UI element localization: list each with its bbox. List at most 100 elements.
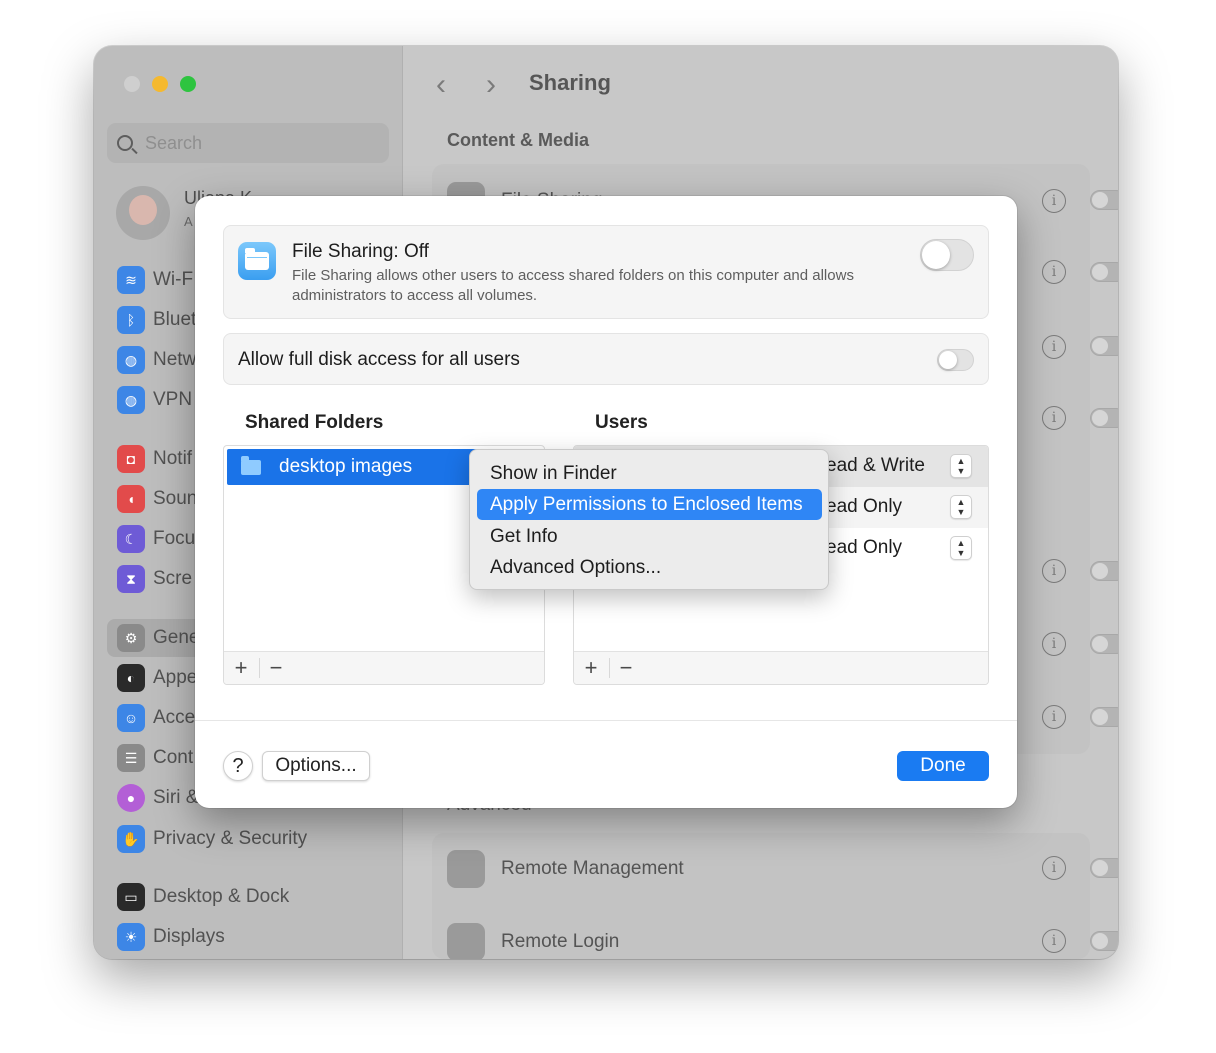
bg-toggle[interactable] [1090, 634, 1118, 654]
info-icon[interactable]: i [1042, 260, 1066, 284]
info-icon[interactable]: i [1042, 929, 1066, 953]
sidebar-item-vpn[interactable]: ◍ VPN [117, 385, 192, 415]
bg-toggle[interactable] [1090, 561, 1118, 581]
sidebar-item-notifications[interactable]: ◘ Notif [117, 444, 192, 474]
section-content-media: Content & Media [447, 130, 589, 150]
sidebar-item-label: Scre [153, 568, 193, 589]
hand-icon: ✋ [117, 825, 145, 853]
help-button[interactable]: ? [223, 751, 253, 781]
permission-stepper[interactable]: ▲ ▼ [950, 454, 972, 478]
options-button[interactable]: Options... [262, 751, 370, 781]
info-icon[interactable]: i [1042, 632, 1066, 656]
remote-management-label: Remote Management [501, 858, 684, 879]
sidebar-item-label: Netw [153, 349, 197, 370]
context-menu: Show in Finder Apply Permissions to Encl… [469, 449, 829, 590]
sidebar-item-appearance[interactable]: ◐ Appe [117, 663, 197, 693]
info-icon[interactable]: i [1042, 406, 1066, 430]
menu-item-apply-permissions[interactable]: Apply Permissions to Enclosed Items [477, 489, 822, 520]
add-user-button[interactable]: + [576, 655, 606, 681]
folder-icon [241, 455, 261, 475]
info-icon[interactable]: i [1042, 705, 1066, 729]
full-disk-toggle[interactable] [937, 349, 974, 371]
globe-icon: ◍ [117, 346, 145, 374]
info-icon[interactable]: i [1042, 189, 1066, 213]
remove-folder-button[interactable]: − [261, 655, 291, 681]
sidebar-item-privacy-security[interactable]: ✋ Privacy & Security [117, 824, 307, 854]
control-center-icon: ☰ [117, 744, 145, 772]
sidebar-item-screen-time[interactable]: ⧗ Scre [117, 564, 192, 594]
remote-login-toggle[interactable] [1090, 931, 1118, 951]
minimize-button[interactable] [152, 76, 168, 92]
footer-divider [195, 720, 1017, 721]
info-icon[interactable]: i [1042, 335, 1066, 359]
sidebar-item-general[interactable]: ⚙ Gene [117, 623, 199, 653]
sidebar-item-label: Bluet [153, 309, 197, 330]
avatar[interactable] [116, 186, 170, 240]
gear-icon: ⚙ [117, 624, 145, 652]
menu-item-show-in-finder[interactable]: Show in Finder [477, 458, 822, 489]
sidebar-item-label: Gene [153, 627, 200, 648]
close-button[interactable] [124, 76, 140, 92]
sidebar-item-accessibility[interactable]: ☺ Acce [117, 703, 195, 733]
full-disk-card: Allow full disk access for all users [223, 333, 989, 385]
list-footer: + − [224, 651, 544, 684]
sidebar-item-network[interactable]: ◍ Netw [117, 345, 196, 375]
zoom-button[interactable] [180, 76, 196, 92]
bg-toggle[interactable] [1090, 336, 1118, 356]
sidebar-item-desktop-dock[interactable]: ▭ Desktop & Dock [117, 882, 289, 912]
bell-icon: ◘ [117, 445, 145, 473]
sidebar-item-focus[interactable]: ☾ Focu [117, 524, 195, 554]
wifi-icon: ≋ [117, 266, 145, 294]
search-icon [117, 135, 133, 151]
terminal-icon [447, 923, 485, 959]
sidebar-item-label: Displays [153, 926, 225, 947]
forward-arrow-icon[interactable]: › [486, 68, 496, 102]
siri-icon: ● [117, 784, 145, 812]
file-sharing-toggle[interactable] [920, 239, 974, 271]
sidebar-item-label: Appe [153, 667, 198, 688]
info-icon[interactable]: i [1042, 856, 1066, 880]
remove-user-button[interactable]: − [611, 655, 641, 681]
bg-toggle[interactable] [1090, 262, 1118, 282]
permission-stepper[interactable]: ▲ ▼ [950, 495, 972, 519]
menu-item-get-info[interactable]: Get Info [477, 521, 822, 552]
speaker-icon: ◖ [117, 485, 145, 513]
folder-name: desktop images [279, 456, 413, 477]
folder-icon [238, 242, 276, 280]
sidebar-item-label: Cont [153, 747, 194, 768]
sidebar-item-sound[interactable]: ◖ Soun [117, 484, 197, 514]
permission-label: ead Only [826, 496, 903, 517]
back-arrow-icon[interactable]: ‹ [436, 68, 446, 102]
add-folder-button[interactable]: + [226, 655, 256, 681]
sidebar-item-label: Focu [153, 528, 196, 549]
permission-stepper[interactable]: ▲ ▼ [950, 536, 972, 560]
file-sharing-title: File Sharing: Off [292, 241, 429, 262]
moon-icon: ☾ [117, 525, 145, 553]
search-field[interactable]: Search [107, 123, 389, 163]
binoculars-icon [447, 850, 485, 888]
page-title: Sharing [529, 70, 611, 95]
done-button[interactable]: Done [897, 751, 989, 781]
remote-management-toggle[interactable] [1090, 858, 1118, 878]
menu-item-advanced-options[interactable]: Advanced Options... [477, 552, 822, 583]
file-sharing-description: File Sharing allows other users to acces… [292, 267, 854, 304]
sidebar-item-label: Acce [153, 707, 196, 728]
sidebar-item-label: Privacy & Security [153, 828, 308, 849]
sidebar-item-wifi[interactable]: ≋ Wi-F [117, 265, 193, 295]
divider [259, 658, 260, 678]
sidebar-item-bluetooth[interactable]: ᛒ Bluet [117, 305, 196, 335]
sidebar-item-control-center[interactable]: ☰ Cont [117, 743, 193, 773]
bg-toggle[interactable] [1090, 190, 1118, 210]
bg-toggle[interactable] [1090, 707, 1118, 727]
info-icon[interactable]: i [1042, 559, 1066, 583]
file-sharing-card: File Sharing: Off File Sharing allows ot… [223, 225, 989, 319]
bg-toggle[interactable] [1090, 408, 1118, 428]
shared-folders-title: Shared Folders [245, 412, 384, 433]
vpn-globe-icon: ◍ [117, 386, 145, 414]
remote-login-label: Remote Login [501, 931, 620, 952]
sidebar-item-displays[interactable]: ☀ Displays [117, 922, 225, 952]
bluetooth-icon: ᛒ [117, 306, 145, 334]
sidebar-item-siri[interactable]: ● Siri & [117, 783, 198, 813]
hourglass-icon: ⧗ [117, 565, 145, 593]
search-placeholder: Search [145, 132, 203, 153]
